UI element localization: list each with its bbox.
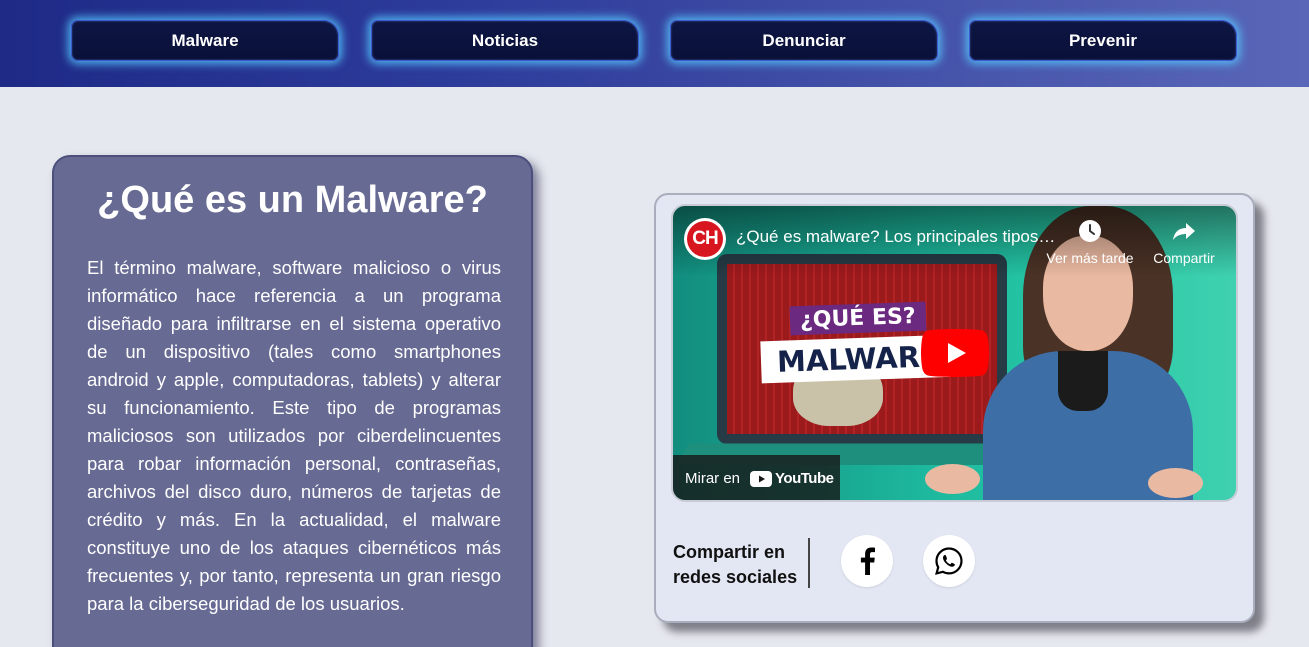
whatsapp-icon xyxy=(935,547,963,575)
nav-button-malware[interactable]: Malware xyxy=(71,20,339,61)
video-title-link[interactable]: ¿Qué es malware? Los principales tipos d… xyxy=(736,227,1056,247)
thumbnail-presenter-left-hand xyxy=(925,464,980,494)
channel-logo-text: CH xyxy=(687,221,723,257)
watch-later-label: Ver más tarde xyxy=(1046,250,1134,266)
facebook-icon xyxy=(860,547,875,575)
play-icon[interactable] xyxy=(921,329,989,377)
info-description: El término malware, software malicioso o… xyxy=(87,257,501,614)
thumbnail-tag-que-es: ¿QUÉ ES? xyxy=(789,301,927,336)
youtube-wordmark: YouTube xyxy=(775,470,834,487)
share-divider xyxy=(808,538,810,588)
youtube-logo: YouTube xyxy=(750,470,834,487)
watch-on-label: Mirar en xyxy=(685,470,741,487)
watch-later-button[interactable]: Ver más tarde xyxy=(1045,218,1135,266)
thumbnail-presenter-shirt xyxy=(1058,351,1108,411)
nav-button-denunciar[interactable]: Denunciar xyxy=(670,20,938,61)
share-label: Compartir en redes sociales xyxy=(673,542,798,587)
share-video-label: Compartir xyxy=(1153,250,1215,266)
clock-icon xyxy=(1045,218,1135,244)
nav-button-prevenir[interactable]: Prevenir xyxy=(969,20,1237,61)
watch-on-youtube-button[interactable]: Mirar en YouTube xyxy=(673,455,840,500)
facebook-share-button[interactable] xyxy=(841,535,893,587)
share-video-button[interactable]: Compartir xyxy=(1139,218,1229,266)
nav-button-noticias[interactable]: Noticias xyxy=(371,20,639,61)
info-title: ¿Qué es un Malware? xyxy=(97,179,488,221)
thumbnail-presenter-right-hand xyxy=(1148,468,1203,498)
channel-avatar[interactable]: CH xyxy=(684,218,726,260)
malware-info-card: ¿Qué es un Malware? El término malware, … xyxy=(52,155,533,647)
top-navigation-bar: Malware Noticias Denunciar Prevenir xyxy=(0,0,1309,87)
youtube-play-logo-icon xyxy=(750,470,773,487)
whatsapp-share-button[interactable] xyxy=(923,535,975,587)
share-arrow-icon xyxy=(1139,218,1229,244)
youtube-video-embed[interactable]: ¿QUÉ ES? MALWARE CH ¿Qué es malware? Los… xyxy=(671,204,1238,502)
video-card: ¿QUÉ ES? MALWARE CH ¿Qué es malware? Los… xyxy=(654,193,1255,623)
